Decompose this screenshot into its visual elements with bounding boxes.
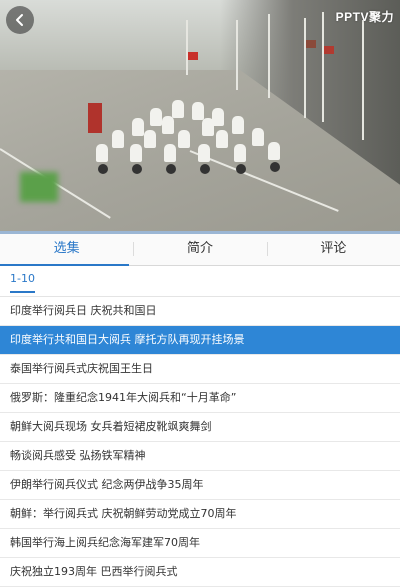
flagpole xyxy=(186,20,188,75)
flagpole xyxy=(322,12,324,122)
flag xyxy=(324,46,334,54)
flagpole xyxy=(236,20,238,90)
tab-introduction[interactable]: 简介 xyxy=(133,234,266,265)
episode-item[interactable]: 印度举行阅兵日 庆祝共和国日 xyxy=(0,297,400,326)
flag xyxy=(306,40,316,48)
flagpole xyxy=(362,20,364,140)
back-button[interactable] xyxy=(6,6,34,34)
tab-bar: 选集 简介 评论 xyxy=(0,234,400,266)
flagpole xyxy=(268,14,270,98)
episode-range-tab[interactable]: 1-10 xyxy=(10,266,35,293)
episode-item[interactable]: 泰国举行阅兵式庆祝国王生日 xyxy=(0,355,400,384)
flag xyxy=(188,52,198,60)
video-player[interactable]: PPTV聚力 xyxy=(0,0,400,234)
flagpole xyxy=(304,18,306,118)
episode-item[interactable]: 伊朗举行阅兵仪式 纪念两伊战争35周年 xyxy=(0,471,400,500)
episode-item[interactable]: 庆祝独立193周年 巴西举行阅兵式 xyxy=(0,558,400,587)
episode-range-selector: 1-10 xyxy=(0,266,400,296)
chevron-left-icon xyxy=(16,14,23,26)
episode-item[interactable]: 朝鲜：举行阅兵式 庆祝朝鲜劳动党成立70周年 xyxy=(0,500,400,529)
tab-comments[interactable]: 评论 xyxy=(266,234,400,265)
video-motorcycle-formation xyxy=(92,100,288,176)
episode-item-selected[interactable]: 印度举行共和国日大阅兵 摩托方队再现开挂场景 xyxy=(0,326,400,355)
episode-item[interactable]: 韩国举行海上阅兵纪念海军建军70周年 xyxy=(0,529,400,558)
episode-item[interactable]: 俄罗斯：隆重纪念1941年大阅兵和“十月革命” xyxy=(0,384,400,413)
episode-item[interactable]: 畅谈阅兵感受 弘扬铁军精神 xyxy=(0,442,400,471)
pptv-logo: PPTV聚力 xyxy=(335,10,394,24)
episode-item[interactable]: 朝鲜大阅兵现场 女兵着短裙皮靴飒爽舞剑 xyxy=(0,413,400,442)
tab-episodes[interactable]: 选集 xyxy=(0,234,133,266)
video-blurred-overlay xyxy=(20,172,58,202)
episode-list: 印度举行阅兵日 庆祝共和国日 印度举行共和国日大阅兵 摩托方队再现开挂场景 泰国… xyxy=(0,296,400,587)
